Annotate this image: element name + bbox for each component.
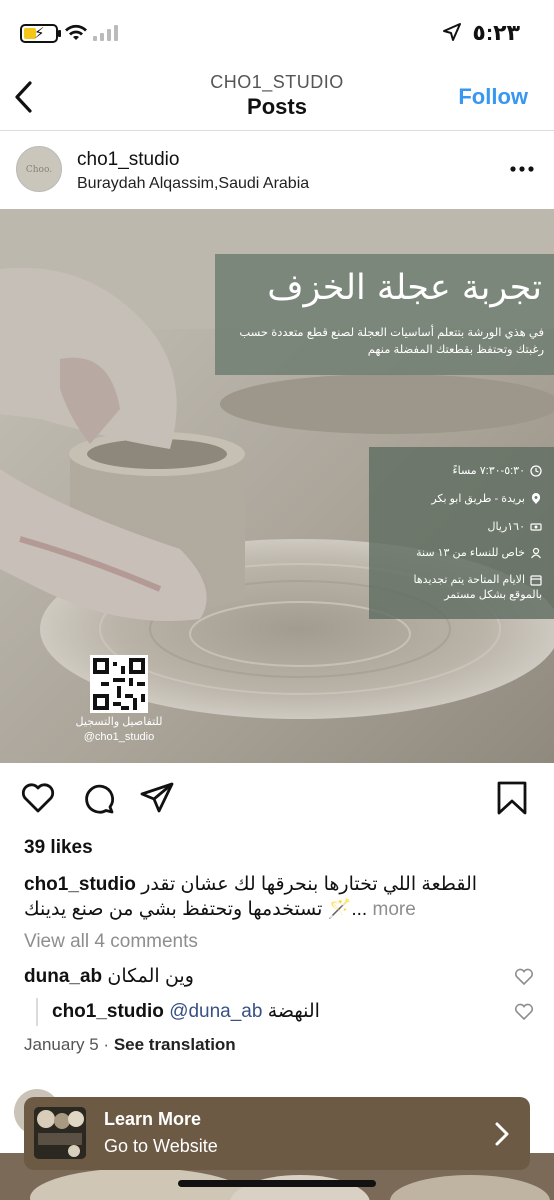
battery-icon: ⚡ bbox=[20, 24, 61, 43]
reply-thread-line bbox=[36, 998, 38, 1026]
info-audience: خاص للنساء من ١٣ سنة bbox=[382, 546, 542, 561]
reply-text: النهضة bbox=[267, 1001, 320, 1022]
money-icon bbox=[530, 523, 542, 531]
pin-icon bbox=[531, 493, 541, 505]
comment-row: duna_ab وين المكان bbox=[24, 965, 194, 989]
post-username[interactable]: cho1_studio bbox=[77, 149, 179, 171]
ad-title: Learn More bbox=[104, 1109, 202, 1129]
more-options-icon[interactable] bbox=[510, 166, 534, 172]
qr-code bbox=[90, 655, 148, 713]
like-heart-icon[interactable] bbox=[20, 780, 56, 816]
post-image[interactable]: تجربة عجلة الخزف في هذي الورشة بتتعلم أس… bbox=[0, 209, 554, 763]
home-indicator bbox=[178, 1180, 376, 1187]
workshop-description: في هذي الورشة بتتعلم أساسيات العجلة لصنع… bbox=[239, 327, 544, 356]
post-location[interactable]: Buraydah Alqassim,Saudi Arabia bbox=[77, 175, 309, 193]
ad-cta-banner[interactable]: Learn More Go to Website bbox=[24, 1097, 530, 1170]
comment-bubble-icon[interactable] bbox=[80, 780, 116, 816]
comment-username[interactable]: duna_ab bbox=[24, 966, 102, 987]
comment-like-icon[interactable] bbox=[514, 968, 534, 986]
likes-count[interactable]: 39 likes bbox=[24, 837, 93, 859]
caption-text: القطعة اللي تختارها بنحرقها لك عشان تقدر bbox=[141, 874, 478, 895]
caption-line-2: تستخدمها وتحتفظ بشي من صنع يدينك 🪄... mo… bbox=[24, 897, 434, 923]
person-icon bbox=[531, 547, 541, 559]
bookmark-icon[interactable] bbox=[494, 780, 530, 816]
meta-separator: · bbox=[103, 1035, 110, 1054]
avatar[interactable]: Choo. bbox=[16, 146, 62, 192]
header-divider bbox=[0, 130, 554, 131]
reply-mention[interactable]: @duna_ab bbox=[169, 1001, 262, 1022]
wifi-icon bbox=[65, 24, 87, 40]
comment-text: وين المكان bbox=[107, 966, 194, 987]
reply-username[interactable]: cho1_studio bbox=[52, 1001, 164, 1022]
info-price: ١٦٠ريال bbox=[382, 520, 542, 535]
info-time: ٥:٣٠-٧:٣٠ مساءً bbox=[382, 464, 542, 479]
caption-more-link[interactable]: more bbox=[373, 899, 416, 920]
nav-header: CHO1_STUDIO Posts Follow bbox=[0, 62, 554, 132]
caption-text-continued: تستخدمها وتحتفظ بشي من صنع يدينك 🪄... bbox=[24, 899, 368, 920]
caption-username[interactable]: cho1_studio bbox=[24, 874, 136, 895]
reply-row: cho1_studio @duna_ab النهضة bbox=[52, 1000, 320, 1024]
qr-caption: للتفاصيل والتسجيل @cho1_studio bbox=[64, 715, 174, 745]
cellular-signal-icon bbox=[93, 25, 118, 41]
post-meta: January 5 · See translation bbox=[24, 1035, 236, 1055]
reply-like-icon[interactable] bbox=[514, 1003, 534, 1021]
status-time: ٥:٢٣ bbox=[472, 20, 520, 45]
see-translation-link[interactable]: See translation bbox=[114, 1035, 236, 1054]
post-header: Choo. cho1_studio Buraydah Alqassim,Saud… bbox=[0, 140, 554, 206]
post-actions bbox=[0, 780, 554, 820]
view-all-comments-link[interactable]: View all 4 comments bbox=[24, 931, 198, 953]
chevron-right-icon bbox=[495, 1122, 509, 1146]
ad-subtitle: Go to Website bbox=[104, 1136, 218, 1156]
caption-line-1: cho1_studio القطعة اللي تختارها بنحرقها … bbox=[24, 872, 534, 898]
location-arrow-icon bbox=[443, 23, 461, 41]
status-bar: ⚡ ٥:٢٣ bbox=[0, 0, 554, 62]
follow-button[interactable]: Follow bbox=[458, 84, 528, 110]
qr-caption-handle: @cho1_studio bbox=[83, 731, 155, 743]
workshop-title: تجربة عجلة الخزف bbox=[267, 268, 542, 308]
share-send-icon[interactable] bbox=[139, 780, 175, 816]
clock-icon bbox=[530, 465, 542, 477]
avatar-logo-text: Choo. bbox=[25, 165, 53, 175]
info-location: بريدة - طريق ابو بكر bbox=[382, 492, 542, 507]
ad-thumbnail bbox=[34, 1107, 86, 1159]
qr-caption-arabic: للتفاصيل والتسجيل bbox=[75, 716, 163, 728]
calendar-icon bbox=[530, 575, 542, 586]
info-availability: الايام المتاحة يتم تجديدها بالموقع بشكل … bbox=[413, 574, 542, 601]
post-date: January 5 bbox=[24, 1035, 99, 1054]
